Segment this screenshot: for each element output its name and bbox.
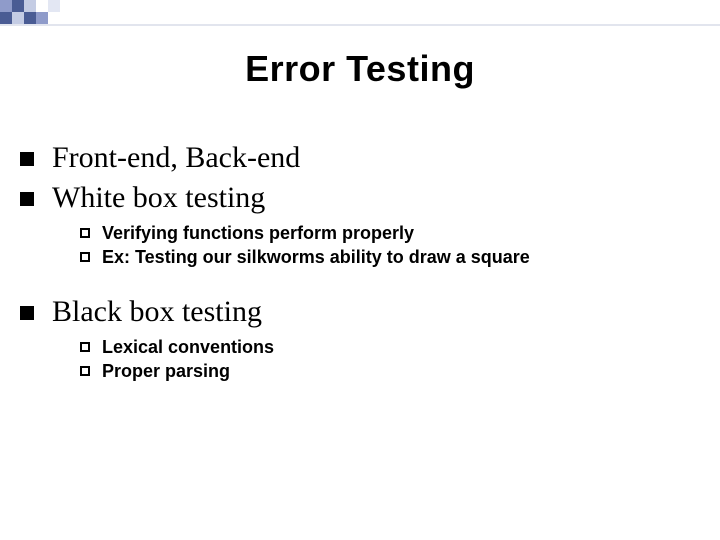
slide: Error Testing Front-end, Back-end White …: [0, 0, 720, 540]
hollow-square-bullet-icon: [80, 228, 90, 238]
sublist-item: Lexical conventions: [80, 336, 700, 358]
sublist-item: Verifying functions perform properly: [80, 222, 700, 244]
sublist: Verifying functions perform properly Ex:…: [80, 222, 700, 268]
sublist-item-text: Lexical conventions: [102, 336, 274, 358]
square-bullet-icon: [20, 306, 34, 320]
list-item-text: Black box testing: [52, 294, 262, 330]
list-item-text: Front-end, Back-end: [52, 140, 300, 176]
list-item: Front-end, Back-end: [20, 140, 700, 176]
hollow-square-bullet-icon: [80, 342, 90, 352]
square-bullet-icon: [20, 192, 34, 206]
slide-title: Error Testing: [0, 48, 720, 90]
square-bullet-icon: [20, 152, 34, 166]
hollow-square-bullet-icon: [80, 366, 90, 376]
list-item-text: White box testing: [52, 180, 265, 216]
sublist: Lexical conventions Proper parsing: [80, 336, 700, 382]
sublist-item: Ex: Testing our silkworms ability to dra…: [80, 246, 700, 268]
hollow-square-bullet-icon: [80, 252, 90, 262]
sublist-item-text: Verifying functions perform properly: [102, 222, 414, 244]
slide-content: Front-end, Back-end White box testing Ve…: [20, 140, 700, 408]
sublist-item-text: Proper parsing: [102, 360, 230, 382]
list-item: White box testing: [20, 180, 700, 216]
sublist-item-text: Ex: Testing our silkworms ability to dra…: [102, 246, 530, 268]
sublist-item: Proper parsing: [80, 360, 700, 382]
divider-line: [0, 24, 720, 26]
list-item: Black box testing: [20, 294, 700, 330]
corner-decoration: [0, 0, 720, 24]
